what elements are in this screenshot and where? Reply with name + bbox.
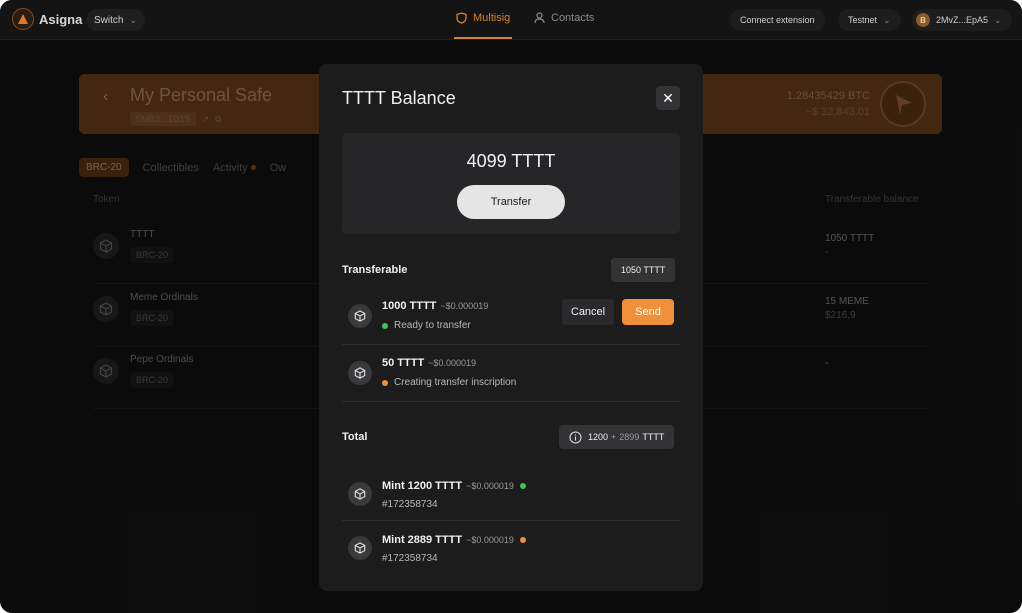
item-status-text: Creating transfer inscription xyxy=(394,377,517,388)
total-a: 1200 xyxy=(588,432,609,442)
info-icon xyxy=(569,431,582,443)
status-dot-pending xyxy=(382,379,388,386)
item-title: 1000 TTTT ~$0.000019 xyxy=(382,300,488,312)
item-status: Creating transfer inscription xyxy=(382,377,516,388)
cube-icon xyxy=(348,361,372,385)
nav-label-contacts: Contacts xyxy=(551,12,595,24)
transferable-amount-badge: 1050 TTTT xyxy=(611,258,676,282)
shield-icon xyxy=(456,12,467,24)
status-dot-pending xyxy=(519,537,526,544)
transferable-label: Transferable xyxy=(342,264,408,276)
item-title: Mint 2889 TTTT ~$0.000019 xyxy=(382,534,526,546)
total-badge[interactable]: 1200 + 2899 TTTT xyxy=(559,425,675,449)
item-fee: ~$0.000019 xyxy=(466,481,514,491)
nav-tab-contacts[interactable]: Contacts xyxy=(534,12,594,24)
item-title: Mint 1200 TTTT ~$0.000019 xyxy=(382,480,526,492)
app-window: Asigna Switch ⌄ Multisig Contacts Connec… xyxy=(0,0,1022,613)
status-dot-ready xyxy=(519,483,526,490)
balance-card: 4099 TTTT Transfer xyxy=(342,133,680,234)
item-fee: ~$0.000019 xyxy=(440,301,489,311)
total-unit: TTTT xyxy=(642,432,665,442)
transferable-item[interactable]: 1000 TTTT ~$0.000019 Ready to transfer Ca… xyxy=(342,290,680,345)
cube-icon xyxy=(348,304,372,328)
item-status-text: Ready to transfer xyxy=(394,320,471,331)
user-icon xyxy=(534,12,545,24)
transfer-button[interactable]: Transfer xyxy=(457,185,565,219)
modal-title: TTTT Balance xyxy=(342,88,456,108)
total-b: 2899 xyxy=(619,432,640,442)
mint-title: Mint 1200 TTTT xyxy=(382,480,463,492)
connect-extension-button[interactable]: Connect extension xyxy=(730,9,825,31)
cube-icon xyxy=(348,536,372,560)
chevron-down-icon: ⌄ xyxy=(129,14,137,25)
mint-id: #172358734 xyxy=(382,499,438,510)
bitcoin-icon: B xyxy=(916,13,930,27)
connect-label: Connect extension xyxy=(740,15,815,25)
item-fee: ~$0.000019 xyxy=(428,358,476,368)
active-tab-indicator xyxy=(454,37,512,39)
close-icon: ✕ xyxy=(662,89,674,106)
total-plus: + xyxy=(611,432,617,442)
item-amount: 50 TTTT xyxy=(382,357,425,369)
item-title: 50 TTTT ~$0.000019 xyxy=(382,357,476,369)
balance-modal: TTTT Balance ✕ 4099 TTTT Transfer Transf… xyxy=(319,64,703,591)
item-fee: ~$0.000019 xyxy=(466,535,514,545)
network-select[interactable]: Testnet ⌄ xyxy=(838,9,901,31)
logo-text: Asigna xyxy=(39,12,83,27)
mint-item[interactable]: Mint 2889 TTTT ~$0.000019 #172358734 xyxy=(342,521,680,575)
asigna-logo-icon[interactable] xyxy=(12,8,34,30)
close-button[interactable]: ✕ xyxy=(656,86,680,110)
transferable-amount: 1050 TTTT xyxy=(621,265,666,275)
mint-id: #172358734 xyxy=(382,553,438,564)
network-label: Testnet xyxy=(848,15,878,25)
mint-title: Mint 2889 TTTT xyxy=(382,534,463,546)
status-dot-ready xyxy=(382,322,388,329)
switch-button[interactable]: Switch ⌄ xyxy=(86,9,145,31)
balance-amount: 4099 TTTT xyxy=(466,151,556,171)
chevron-down-icon: ⌄ xyxy=(994,14,1002,25)
total-label: Total xyxy=(342,431,368,443)
account-address: 2MvZ...EpA5 xyxy=(936,15,989,25)
cube-icon xyxy=(348,482,372,506)
mint-item[interactable]: Mint 1200 TTTT ~$0.000019 #172358734 xyxy=(342,467,680,521)
nav-label-multisig: Multisig xyxy=(473,12,511,24)
chevron-down-icon: ⌄ xyxy=(883,14,891,25)
send-button[interactable]: Send xyxy=(622,299,674,325)
account-select[interactable]: B 2MvZ...EpA5 ⌄ xyxy=(912,9,1012,31)
nav-tab-multisig[interactable]: Multisig xyxy=(456,12,510,24)
cancel-button[interactable]: Cancel xyxy=(562,299,614,325)
top-bar: Asigna Switch ⌄ Multisig Contacts Connec… xyxy=(0,0,1022,40)
switch-label: Switch xyxy=(94,14,124,26)
transferable-item[interactable]: 50 TTTT ~$0.000019 Creating transfer insc… xyxy=(342,345,680,402)
item-amount: 1000 TTTT xyxy=(382,300,437,312)
item-status: Ready to transfer xyxy=(382,320,471,331)
